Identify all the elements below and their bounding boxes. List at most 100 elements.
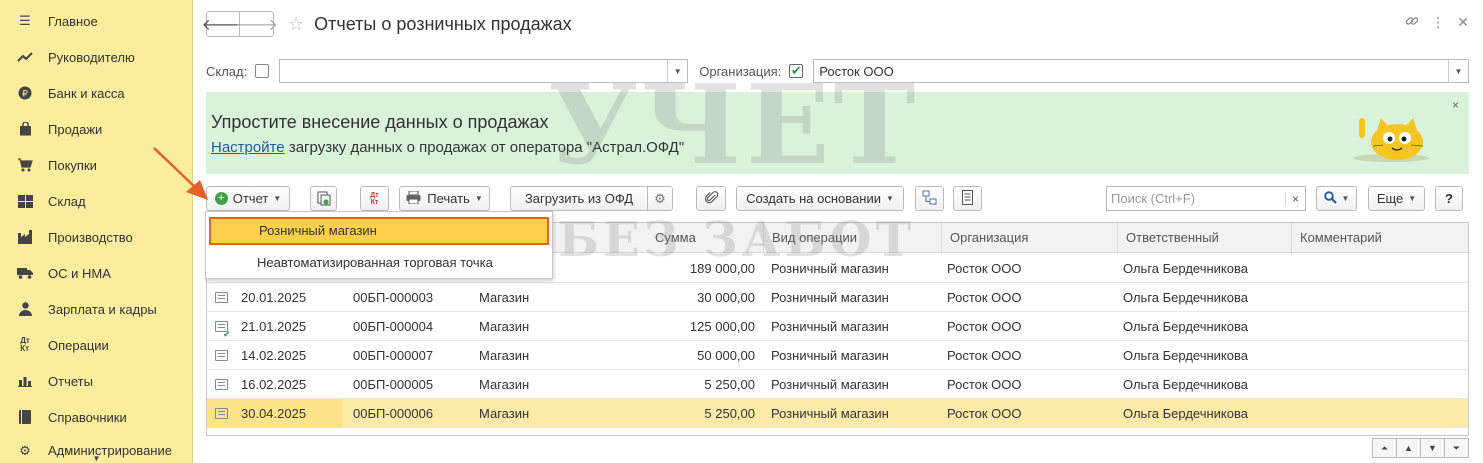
sidebar-item-production[interactable]: Производство xyxy=(0,219,193,255)
org-filter-checkbox[interactable]: ✔ xyxy=(789,63,804,78)
cell-sum: 5 250,00 xyxy=(704,406,755,421)
sidebar-item-label: Продажи xyxy=(48,121,103,137)
more-vertical-icon[interactable]: ⋮ xyxy=(1431,14,1445,31)
arrow-right-icon: 🡒 xyxy=(235,16,278,34)
cell-organization: Росток ООО xyxy=(947,348,1022,363)
link-icon[interactable] xyxy=(1405,14,1419,31)
column-header-sum[interactable]: Сумма xyxy=(647,223,763,253)
page-title: Отчеты о розничных продажах xyxy=(314,13,572,34)
ofd-settings-button[interactable]: ⚙ xyxy=(647,186,673,211)
chevron-down-icon[interactable]: ▼ xyxy=(1448,60,1468,82)
shopping-bag-icon xyxy=(14,121,36,137)
sidebar-item-label: Операции xyxy=(48,337,109,353)
warehouse-filter-checkbox[interactable] xyxy=(255,64,270,78)
column-header-organization[interactable]: Организация xyxy=(941,223,1117,253)
gear-icon: ⚙ xyxy=(654,190,666,206)
scroll-to-top-button[interactable]: ⏶ xyxy=(1372,438,1397,458)
cell-number: 00БП-000003 xyxy=(353,290,434,305)
sidebar-item-references[interactable]: Справочники xyxy=(0,399,193,435)
warehouse-icon xyxy=(14,193,36,209)
warehouse-filter-select[interactable]: ▼ xyxy=(279,59,689,83)
structure-button[interactable] xyxy=(915,186,944,211)
sidebar-item-fixed-assets[interactable]: ОС и НМА xyxy=(0,255,193,291)
cell-responsible: Ольга Бердечникова xyxy=(1123,406,1248,421)
chevron-down-icon: ▼ xyxy=(273,194,282,203)
cell-operation: Розничный магазин xyxy=(771,406,889,421)
print-button[interactable]: Печать ▼ xyxy=(399,186,490,211)
copy-document-button[interactable] xyxy=(310,186,337,211)
document-icon xyxy=(215,292,228,303)
search-options-button[interactable]: ▼ xyxy=(1316,186,1357,211)
load-ofd-label: Загрузить из ОФД xyxy=(524,191,634,206)
document-icon xyxy=(215,379,228,390)
scroll-to-bottom-button[interactable]: ⏷ xyxy=(1444,438,1469,458)
org-filter-label: Организация: xyxy=(699,63,782,79)
promo-title: Упростите внесение данных о продажах xyxy=(211,112,549,132)
cell-date: 30.04.2025 xyxy=(241,406,307,421)
print-button-label: Печать xyxy=(427,191,470,206)
cell-organization: Росток ООО xyxy=(947,406,1022,421)
sidebar-item-manager[interactable]: Руководителю xyxy=(0,39,193,75)
sidebar-item-sales[interactable]: Продажи xyxy=(0,111,193,147)
org-filter-value: Росток ООО xyxy=(819,63,894,79)
sidebar-item-bank[interactable]: ₽ Банк и касса xyxy=(0,75,193,111)
promo-description: загрузку данных о продажах от оператора … xyxy=(284,139,685,156)
paperclip-icon xyxy=(704,190,718,207)
close-icon[interactable]: ✕ xyxy=(1457,14,1469,31)
column-header-comment[interactable]: Комментарий xyxy=(1291,223,1468,253)
report-create-button[interactable]: + Отчет ▼ xyxy=(206,186,290,211)
warehouse-filter-label: Склад: xyxy=(206,63,248,79)
search-input[interactable]: Поиск (Ctrl+F) xyxy=(1107,191,1285,206)
scroll-down-button[interactable]: ▼ xyxy=(1420,438,1445,458)
menu-item-retail-store[interactable]: Розничный магазин xyxy=(209,217,549,245)
person-icon xyxy=(14,301,36,317)
cell-warehouse: Магазин xyxy=(479,377,530,392)
menu-item-non-automated-point[interactable]: Неавтоматизированная торговая точка xyxy=(209,249,549,277)
table-row[interactable]: 14.02.2025 00БП-000007 Магазин 50 000,00… xyxy=(207,341,1468,370)
help-button[interactable]: ? xyxy=(1435,186,1463,211)
ruble-coin-icon: ₽ xyxy=(14,85,36,101)
sidebar-item-operations[interactable]: Дт Кт Операции xyxy=(0,327,193,363)
column-header-responsible[interactable]: Ответственный xyxy=(1117,223,1291,253)
table-row[interactable]: 20.01.2025 00БП-000003 Магазин 30 000,00… xyxy=(207,283,1468,312)
favorite-star-icon[interactable]: ☆ xyxy=(288,14,304,35)
chevron-down-icon[interactable]: ▼ xyxy=(667,60,687,82)
table-row-selected[interactable]: 30.04.2025 00БП-000006 Магазин 5 250,00 … xyxy=(207,399,1468,428)
org-filter-select[interactable]: Росток ООО ▼ xyxy=(813,59,1469,83)
sidebar-item-reports[interactable]: Отчеты xyxy=(0,363,193,399)
table-row[interactable]: ✔ 21.01.2025 00БП-000004 Магазин 125 000… xyxy=(207,312,1468,341)
sidebar-scroll-down[interactable]: ▼ xyxy=(0,453,193,463)
search-box: Поиск (Ctrl+F) × xyxy=(1106,186,1306,211)
bar-chart-icon xyxy=(14,373,36,389)
promo-setup-link[interactable]: Настройте xyxy=(211,139,285,156)
help-icon: ? xyxy=(1445,191,1453,206)
sidebar-item-label: ОС и НМА xyxy=(48,265,111,281)
dt-kt-button[interactable]: Дт Кт xyxy=(360,186,389,211)
factory-icon xyxy=(14,229,36,245)
journal-button[interactable] xyxy=(953,186,982,211)
more-button[interactable]: Еще ▼ xyxy=(1368,186,1425,211)
attach-file-button[interactable] xyxy=(696,186,726,211)
cell-warehouse: Магазин xyxy=(479,348,530,363)
forward-button[interactable]: 🡒 xyxy=(235,11,278,37)
cell-date: 21.01.2025 xyxy=(241,319,307,334)
more-button-label: Еще xyxy=(1376,191,1404,206)
table-row[interactable]: 16.02.2025 00БП-000005 Магазин 5 250,00 … xyxy=(207,370,1468,399)
chevron-down-icon: ▼ xyxy=(1408,194,1417,203)
posted-check-icon: ✔ xyxy=(223,329,231,339)
cell-responsible: Ольга Бердечникова xyxy=(1123,377,1248,392)
sidebar-item-salary[interactable]: Зарплата и кадры xyxy=(0,291,193,327)
create-based-on-button[interactable]: Создать на основании ▼ xyxy=(736,186,904,211)
sidebar-item-main[interactable]: ☰ Главное xyxy=(0,3,193,39)
cell-date: 20.01.2025 xyxy=(241,290,307,305)
load-ofd-button[interactable]: Загрузить из ОФД xyxy=(510,186,648,211)
clear-search-icon[interactable]: × xyxy=(1285,191,1305,206)
sidebar-item-label: Банк и касса xyxy=(48,85,125,101)
promo-close-icon[interactable]: × xyxy=(1452,98,1459,112)
column-header-operation[interactable]: Вид операции xyxy=(763,223,941,253)
table-navigation: ⏶ ▲ ▼ ⏷ xyxy=(1372,438,1469,458)
scroll-up-button[interactable]: ▲ xyxy=(1396,438,1421,458)
cell-organization: Росток ООО xyxy=(947,319,1022,334)
cell-date: 14.02.2025 xyxy=(241,348,307,363)
create-based-label: Создать на основании xyxy=(746,191,881,206)
